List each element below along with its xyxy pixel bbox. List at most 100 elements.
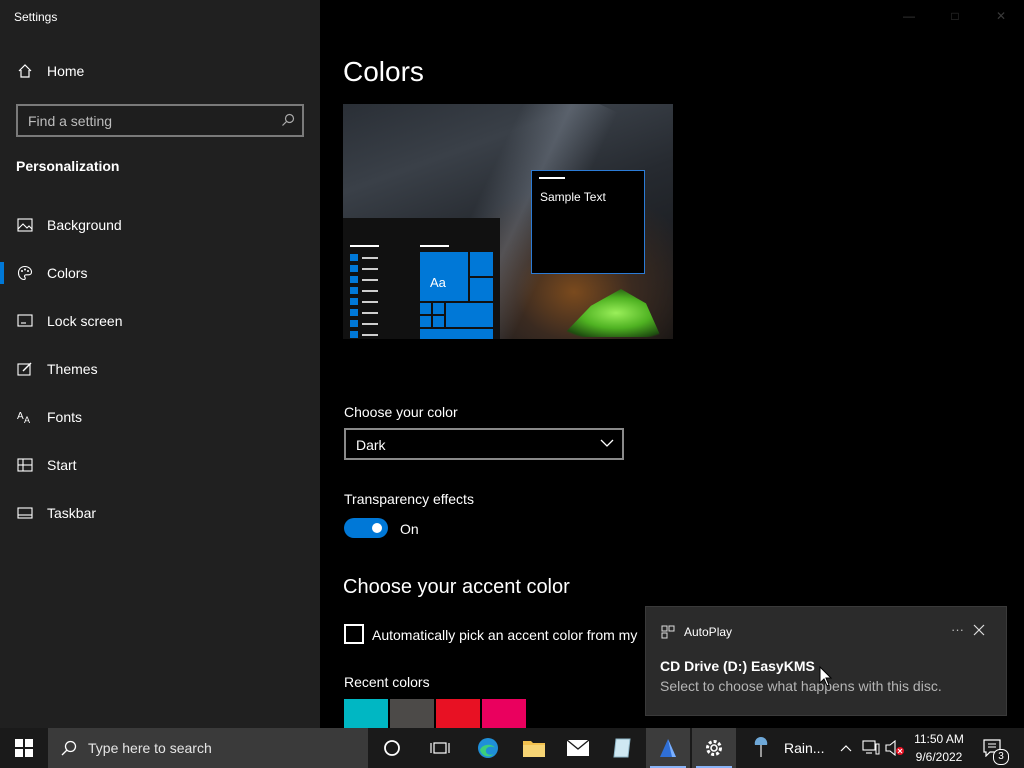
close-icon[interactable] [972, 623, 986, 637]
preview-app-tile [350, 265, 358, 272]
preview-app-tile [350, 276, 358, 283]
preview-tile [420, 329, 493, 339]
sidebar-item-label: Themes [47, 361, 98, 377]
preview-tile-text: Aa [430, 275, 446, 290]
umbrella-icon [754, 737, 768, 757]
preview-sample-text: Sample Text [540, 190, 606, 204]
mouse-pointer-icon [819, 665, 833, 688]
home-icon [16, 62, 34, 80]
sail-app-icon [660, 739, 676, 757]
lock-screen-icon [16, 312, 34, 330]
sidebar-item-label: Taskbar [47, 505, 97, 521]
color-swatch[interactable] [482, 699, 526, 728]
mail-button[interactable] [556, 728, 600, 768]
preview-tile [446, 303, 493, 327]
color-swatch[interactable] [436, 699, 480, 728]
preview-tile [433, 316, 444, 327]
sidebar-item-background[interactable]: Background [16, 213, 122, 237]
clock-date[interactable]: 9/6/2022 [908, 750, 970, 764]
gear-icon [706, 740, 722, 756]
preview-tiles-bar [420, 245, 449, 247]
network-button[interactable] [860, 728, 882, 768]
task-view-button[interactable] [416, 728, 464, 768]
preview-tile [470, 252, 493, 276]
home-link[interactable]: Home [16, 62, 84, 80]
mail-icon [566, 739, 590, 756]
edge-button[interactable] [464, 728, 512, 768]
autoplay-icon [661, 625, 675, 639]
search-icon[interactable] [280, 112, 296, 128]
autoplay-notification[interactable]: AutoPlay ··· CD Drive (D:) EasyKMS Selec… [645, 606, 1007, 716]
sidebar-item-label: Background [47, 217, 122, 233]
color-swatch[interactable] [344, 699, 388, 728]
tent-glow [561, 289, 661, 337]
font-icon: AA [16, 408, 34, 426]
more-options-icon[interactable]: ··· [951, 622, 964, 637]
maximize-button[interactable]: □ [932, 0, 978, 32]
preview-app-line [362, 279, 378, 281]
sidebar-item-label: Colors [47, 265, 88, 281]
toast-body: Select to choose what happens with this … [660, 678, 942, 694]
preview-app-tile [350, 287, 358, 294]
sidebar-item-label: Lock screen [47, 313, 123, 329]
preview-start-bar [350, 245, 379, 247]
page-title: Colors [343, 56, 424, 87]
file-explorer-button[interactable] [512, 728, 556, 768]
sidebar-item-lock-screen[interactable]: Lock screen [16, 309, 122, 333]
volume-button[interactable] [884, 728, 906, 768]
preview-app-tile [350, 254, 358, 261]
rain-app-button[interactable]: Rain... [752, 728, 832, 768]
choose-color-dropdown[interactable]: Dark [344, 428, 624, 460]
search-icon [60, 739, 78, 762]
search-input[interactable]: Find a setting [16, 104, 304, 137]
preview-app-line [362, 323, 378, 325]
sidebar-item-taskbar[interactable]: Taskbar [16, 501, 96, 525]
preview-app-line [362, 257, 378, 259]
sidebar-item-label: Start [47, 457, 77, 473]
preview-app-tile [350, 298, 358, 305]
close-button[interactable]: ✕ [978, 0, 1024, 32]
auto-accent-checkbox[interactable] [344, 624, 364, 644]
action-center-button[interactable]: 3 [978, 728, 1009, 768]
minimize-button[interactable]: — [886, 0, 932, 32]
app-button[interactable] [600, 728, 644, 768]
window-title: Settings [14, 10, 58, 24]
color-swatch[interactable] [390, 699, 434, 728]
color-preview: Aa Sample Text [343, 104, 673, 339]
rain-app-label: Rain... [784, 740, 825, 756]
taskbar-running-app[interactable] [646, 728, 690, 768]
search-placeholder: Find a setting [28, 113, 113, 129]
taskbar-search-box[interactable]: Type here to search [48, 728, 368, 768]
choose-color-value: Dark [356, 437, 386, 453]
settings-taskbar-button[interactable] [692, 728, 736, 768]
cortana-button[interactable] [368, 728, 416, 768]
taskbar-search-placeholder: Type here to search [88, 740, 212, 756]
toast-title: CD Drive (D:) EasyKMS [660, 658, 815, 674]
picture-icon [16, 216, 34, 234]
recent-colors-label: Recent colors [344, 674, 430, 690]
show-hidden-icons-button[interactable] [836, 728, 856, 768]
transparency-state: On [400, 521, 419, 537]
preview-tile [433, 303, 444, 314]
home-label: Home [47, 63, 85, 79]
svg-text:A: A [17, 411, 24, 422]
cortana-icon [384, 740, 400, 756]
chevron-up-icon [840, 745, 852, 752]
preview-sample-window: Sample Text [531, 170, 645, 274]
toggle-knob [372, 523, 382, 533]
clock-time[interactable]: 11:50 AM [908, 732, 970, 746]
sidebar-item-label: Fonts [47, 409, 83, 425]
sidebar-item-themes[interactable]: Themes [16, 357, 98, 381]
task-view-icon [430, 742, 450, 754]
transparency-label: Transparency effects [344, 491, 474, 507]
sidebar-item-colors[interactable]: Colors [16, 261, 87, 285]
sidebar-item-fonts[interactable]: AA Fonts [16, 405, 82, 429]
svg-text:A: A [24, 415, 30, 424]
preview-app-line [362, 268, 378, 270]
transparency-toggle[interactable] [344, 518, 388, 538]
section-title: Personalization [16, 158, 120, 174]
palette-icon [16, 264, 34, 282]
start-button[interactable] [0, 728, 48, 768]
active-indicator [0, 262, 4, 284]
sidebar-item-start[interactable]: Start [16, 453, 77, 477]
